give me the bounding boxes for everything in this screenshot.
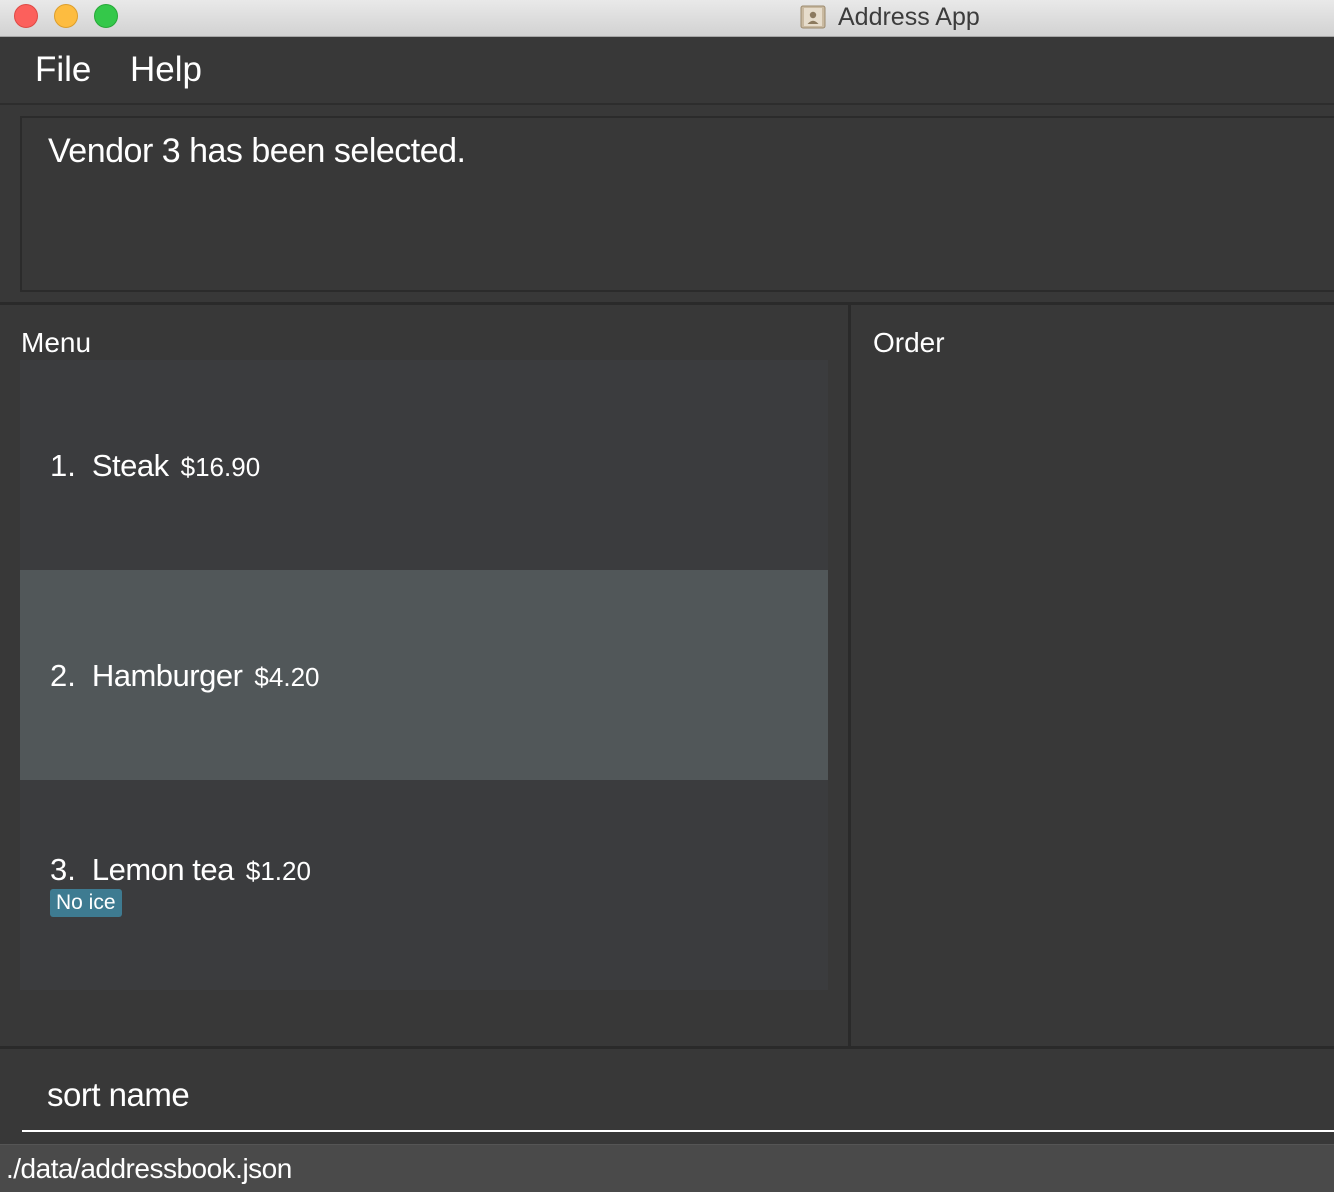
window-title-bar: Address App xyxy=(0,0,1334,37)
menu-item-name: Steak xyxy=(91,448,169,483)
menu-item-price: $4.20 xyxy=(254,662,320,692)
address-book-icon xyxy=(800,5,826,29)
status-bar: ./data/addressbook.json xyxy=(0,1144,1334,1192)
menu-help[interactable]: Help xyxy=(130,50,202,90)
order-panel: Order xyxy=(851,305,1334,1046)
menu-item-index: 2. xyxy=(50,658,76,693)
menu-panel: Menu 1. Steak $16.90 2. Hamburger $4.20 … xyxy=(0,305,848,1046)
order-panel-title: Order xyxy=(873,327,945,358)
menu-item-row: 3. Lemon tea $1.20 xyxy=(50,852,311,888)
menu-panel-title: Menu xyxy=(21,327,92,358)
menu-list-item-3[interactable]: 3. Lemon tea $1.20 No ice xyxy=(20,780,828,990)
window-title: Address App xyxy=(838,2,980,31)
menu-item-tag: No ice xyxy=(50,889,122,917)
maximize-window-button[interactable] xyxy=(94,4,118,28)
menu-list-item-1[interactable]: 1. Steak $16.90 xyxy=(20,360,828,570)
menu-item-index: 3. xyxy=(50,852,76,887)
menu-item-row: 2. Hamburger $4.20 xyxy=(50,658,320,694)
command-box xyxy=(22,1062,1334,1132)
menu-item-name: Lemon tea xyxy=(91,852,235,887)
command-input[interactable] xyxy=(22,1062,1334,1128)
menu-file[interactable]: File xyxy=(35,50,91,90)
menu-item-price: $1.20 xyxy=(245,856,311,886)
status-file-path: ./data/addressbook.json xyxy=(6,1153,292,1184)
minimize-window-button[interactable] xyxy=(54,4,78,28)
menu-item-price: $16.90 xyxy=(180,452,261,482)
menu-item-index: 1. xyxy=(50,448,76,483)
result-message: Vendor 3 has been selected. xyxy=(48,132,466,170)
result-display: Vendor 3 has been selected. xyxy=(20,116,1334,292)
menu-bar: File Help xyxy=(0,38,1334,105)
divider-panels-command xyxy=(0,1046,1334,1049)
close-window-button[interactable] xyxy=(14,4,38,28)
menu-item-name: Hamburger xyxy=(91,658,243,693)
menu-list-item-2[interactable]: 2. Hamburger $4.20 xyxy=(20,570,828,780)
menu-item-row: 1. Steak $16.90 xyxy=(50,448,260,484)
window-title-group: Address App xyxy=(800,2,980,32)
menu-list[interactable]: 1. Steak $16.90 2. Hamburger $4.20 3. Le… xyxy=(20,360,828,990)
